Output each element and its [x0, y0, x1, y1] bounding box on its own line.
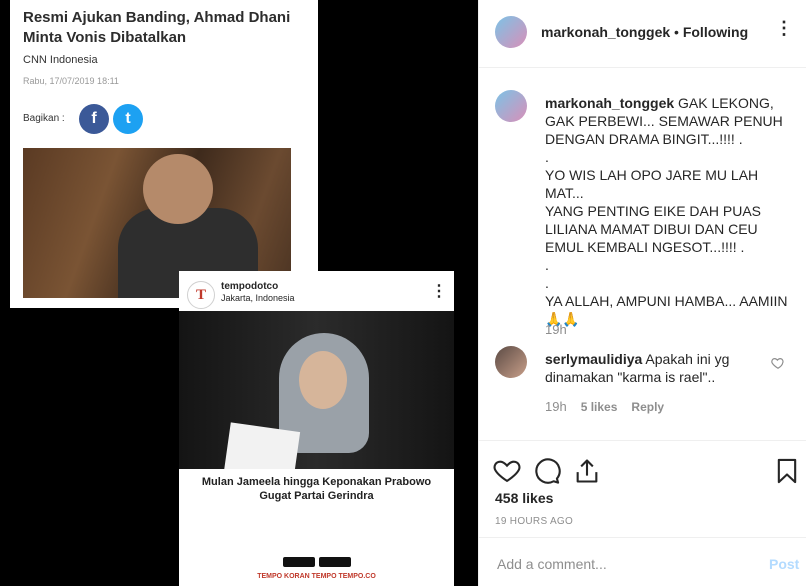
twitter-icon: t	[113, 104, 143, 134]
photo-face	[299, 351, 347, 409]
caption-line: GAK PERBEWI... SEMAWAR PENUH	[545, 113, 783, 129]
caption-username[interactable]: markonah_tonggek	[545, 95, 674, 111]
cnn-source: CNN Indonesia	[23, 54, 98, 66]
commenter-avatar[interactable]	[495, 346, 527, 378]
caption-line: .	[545, 149, 549, 165]
tempo-more-icon: ⋮	[431, 283, 447, 300]
post-comment-button[interactable]: Post	[769, 556, 799, 572]
more-options-icon[interactable]: ⋮	[775, 18, 793, 39]
tempo-location: Jakarta, Indonesia	[221, 293, 295, 303]
caption-line: YANG PENTING EIKE DAH PUAS	[545, 203, 762, 219]
header-user: markonah_tonggek • Following	[541, 24, 748, 40]
tempo-post-card: T tempodotco Jakarta, Indonesia ⋮ Mulan …	[179, 271, 454, 586]
tempo-headline-line2: Gugat Partai Gerindra	[259, 490, 374, 502]
post-time-ago: 19 HOURS AGO	[495, 516, 574, 527]
post-image: Resmi Ajukan Banding, Ahmad Dhani Minta …	[0, 0, 478, 586]
comment-meta: 19h 5 likes Reply	[545, 399, 664, 414]
caption-line: GAK LEKONG,	[678, 95, 774, 111]
cnn-article-title: Resmi Ajukan Banding, Ahmad Dhani Minta …	[23, 9, 291, 46]
comment-time[interactable]: 19h	[545, 399, 567, 414]
share-icon[interactable]	[573, 457, 601, 485]
facebook-icon: f	[79, 104, 109, 134]
likes-count[interactable]: 458 likes	[495, 490, 553, 506]
comment-text: serlymaulidiya Apakah ini yg dinamakan "…	[545, 350, 765, 386]
post-header: markonah_tonggek • Following ⋮	[479, 0, 806, 68]
caption-line: 🙏🙏	[545, 311, 580, 327]
tempo-username: tempodotco	[221, 281, 279, 292]
caption-text: markonah_tonggek GAK LEKONG, GAK PERBEWI…	[545, 94, 795, 328]
cnn-share-label: Bagikan :	[23, 113, 65, 124]
comment-likes[interactable]: 5 likes	[581, 400, 618, 414]
google-play-badge	[283, 557, 315, 567]
tempo-footer: TEMPO KORAN TEMPO TEMPO.CO	[257, 573, 376, 580]
post-sidebar: markonah_tonggek • Following ⋮ markonah_…	[478, 0, 806, 586]
add-comment-input[interactable]	[495, 550, 749, 578]
add-comment-bar: Post	[479, 537, 806, 588]
caption-line: DENGAN DRAMA BINGIT...!!!! .	[545, 131, 743, 147]
comment-username[interactable]: serlymaulidiya	[545, 351, 642, 367]
caption-line: .	[545, 275, 549, 291]
caption-line: YA ALLAH, AMPUNI HAMBA... AAMIIN	[545, 293, 788, 309]
follow-status[interactable]: Following	[683, 24, 748, 40]
app-store-badges	[283, 557, 351, 567]
tempo-avatar: T	[187, 281, 215, 309]
bookmark-icon[interactable]	[773, 457, 801, 485]
post-actions: 458 likes 19 HOURS AGO Post	[479, 440, 806, 587]
comment-line1: Apakah ini yg	[645, 351, 730, 367]
header-username[interactable]: markonah_tonggek	[541, 24, 670, 40]
cnn-article-card: Resmi Ajukan Banding, Ahmad Dhani Minta …	[10, 0, 318, 308]
app-store-badge	[319, 557, 351, 567]
comment-like-icon[interactable]	[771, 356, 785, 370]
caption-line: .	[545, 257, 549, 273]
caption-line: LILIANA MAMAT DIBUI DAN CEU	[545, 221, 758, 237]
tempo-photo	[179, 311, 454, 469]
caption-line: YO WIS LAH OPO JARE MU LAH MAT...	[545, 167, 759, 201]
tempo-headline: Mulan Jameela hingga Keponakan Prabowo G…	[179, 475, 454, 503]
cnn-date: Rabu, 17/07/2019 18:11	[23, 76, 119, 86]
reply-button[interactable]: Reply	[631, 400, 664, 414]
photo-person-head	[143, 154, 213, 224]
caption-meta: 19h	[545, 322, 567, 337]
caption-avatar[interactable]	[495, 90, 527, 122]
header-separator: •	[670, 24, 683, 40]
comment-line2: dinamakan "karma is rael"..	[545, 369, 716, 385]
caption-time[interactable]: 19h	[545, 322, 567, 337]
avatar[interactable]	[495, 16, 527, 48]
caption-line: EMUL KEMBALI NGESOT...!!!! .	[545, 239, 745, 255]
like-heart-icon[interactable]	[493, 457, 521, 485]
tempo-headline-line1: Mulan Jameela hingga Keponakan Prabowo	[201, 476, 432, 488]
comment-bubble-icon[interactable]	[533, 457, 561, 485]
